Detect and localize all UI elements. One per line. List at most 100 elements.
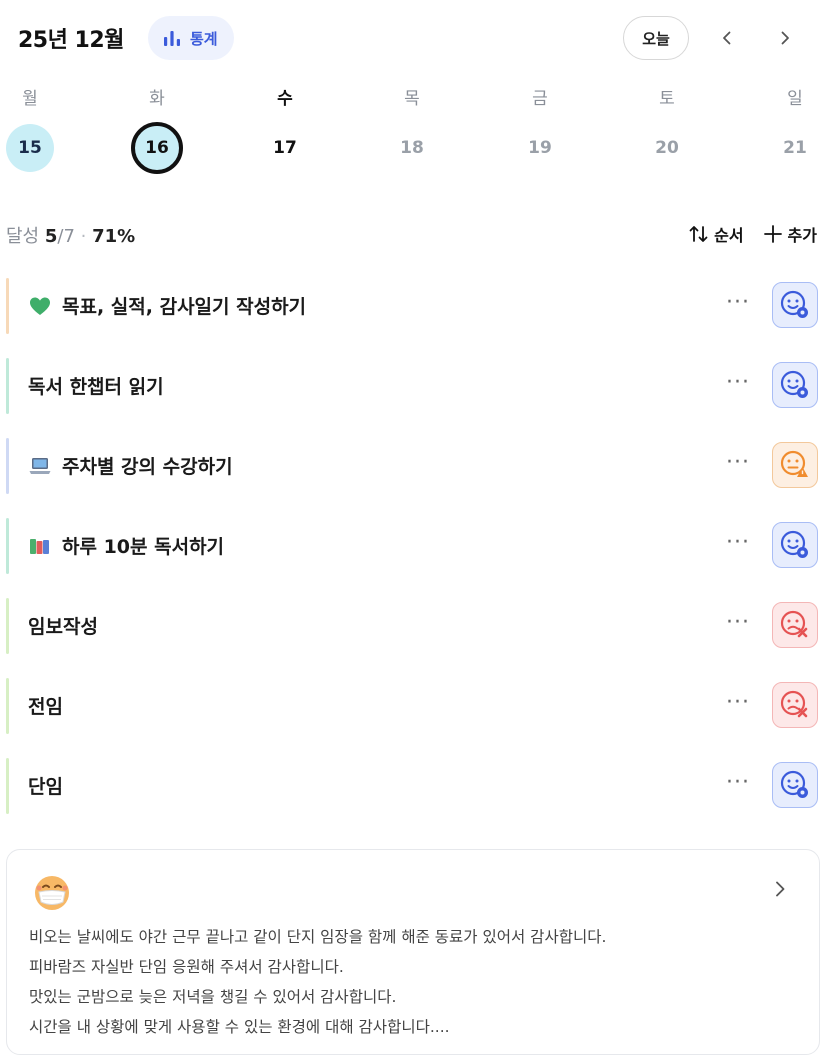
laptop-icon <box>29 457 51 474</box>
note-line: 시간을 내 상황에 맞게 사용할 수 있는 환경에 대해 감사합니다.... <box>29 1018 450 1036</box>
habit-status-button[interactable] <box>772 362 818 408</box>
habit-more-button[interactable]: ··· <box>726 690 750 715</box>
sad-x-face-icon <box>780 610 808 638</box>
smile-check-icon <box>780 290 808 318</box>
habit-title-row: 전임 <box>28 692 63 719</box>
smile-check-icon <box>780 530 808 558</box>
habit-color-bar <box>6 598 9 654</box>
habit-color-bar <box>6 518 9 574</box>
bar-chart-icon <box>164 31 180 46</box>
habit-more-button[interactable]: ··· <box>726 290 750 315</box>
day-thursday[interactable]: 목 18 <box>384 82 440 182</box>
habit-title-row: 독서 한챕터 읽기 <box>28 372 164 399</box>
habit-item[interactable]: 목표, 실적, 감사일기 작성하기 ··· <box>6 276 822 336</box>
day-number: 21 <box>783 138 807 158</box>
day-number: 18 <box>400 138 424 158</box>
sort-arrows-icon <box>689 226 708 242</box>
weekday-label: 금 <box>532 89 548 109</box>
day-number: 17 <box>273 138 297 158</box>
habit-color-bar <box>6 278 9 334</box>
today-button[interactable]: 오늘 <box>623 16 689 60</box>
weekday-label: 목 <box>404 89 420 109</box>
habit-item[interactable]: 주차별 강의 수강하기 ··· <box>6 436 822 496</box>
chevron-right-icon <box>781 31 789 45</box>
achievement-done: 5 <box>44 226 58 247</box>
sad-x-face-icon <box>780 690 808 718</box>
habit-status-button[interactable] <box>772 682 818 728</box>
habit-list: 목표, 실적, 감사일기 작성하기 ··· 독서 한챕터 읽기 ··· 주차별 … <box>6 276 822 836</box>
habit-item[interactable]: 단임 ··· <box>6 756 822 816</box>
neutral-warning-face-icon <box>780 450 808 477</box>
habit-title-row: 단임 <box>28 772 63 799</box>
achievement-separator: · <box>80 226 87 247</box>
calendar-header: 25년 12월 통계 오늘 <box>18 14 813 64</box>
habit-more-button[interactable]: ··· <box>726 610 750 635</box>
day-tuesday[interactable]: 화 16 <box>129 82 185 182</box>
smile-check-icon <box>780 770 808 798</box>
smile-check-icon <box>780 370 808 398</box>
habit-title-row: 임보작성 <box>28 612 98 639</box>
day-monday[interactable]: 월 15 <box>2 82 58 182</box>
list-actions: 순서 추가 <box>688 222 817 246</box>
habit-more-button[interactable]: ··· <box>726 450 750 475</box>
habit-title: 독서 한챕터 읽기 <box>28 376 164 398</box>
next-week-button[interactable] <box>771 24 799 52</box>
add-label: 추가 <box>787 226 817 245</box>
reorder-label: 순서 <box>714 226 744 245</box>
habit-status-button[interactable] <box>772 282 818 328</box>
habit-title: 주차별 강의 수강하기 <box>62 456 233 478</box>
day-saturday[interactable]: 토 20 <box>639 82 695 182</box>
achievement-summary: 달성 5/7 · 71% <box>6 222 135 248</box>
day-number: 15 <box>6 124 54 172</box>
day-friday[interactable]: 금 19 <box>512 82 568 182</box>
gratitude-note-card[interactable]: 비오는 날씨에도 야간 근무 끝나고 같이 단지 임장을 함께 해준 동료가 있… <box>6 849 820 1055</box>
green-heart-icon <box>30 297 50 315</box>
add-habit-button[interactable]: 추가 <box>762 222 817 246</box>
habit-title: 임보작성 <box>28 616 98 638</box>
habit-status-button[interactable] <box>772 602 818 648</box>
habit-title: 하루 10분 독서하기 <box>62 536 225 558</box>
habit-item[interactable]: 전임 ··· <box>6 676 822 736</box>
achievement-percent: 71% <box>92 226 136 247</box>
note-line: 맛있는 군밤으로 늦은 저녁을 챙길 수 있어서 감사합니다. <box>29 988 397 1006</box>
habit-color-bar <box>6 758 9 814</box>
weekday-label: 수 <box>277 89 293 109</box>
day-number-today: 16 <box>131 122 183 174</box>
weekday-label: 일 <box>787 89 803 109</box>
day-wednesday[interactable]: 수 17 <box>257 82 313 182</box>
week-strip: 월 15 화 16 수 17 목 18 금 19 토 20 일 21 <box>0 82 827 182</box>
weekday-label: 토 <box>659 89 675 109</box>
habit-status-button[interactable] <box>772 762 818 808</box>
habit-title: 전임 <box>28 696 63 718</box>
stats-button[interactable]: 통계 <box>148 16 234 60</box>
day-number: 19 <box>528 138 552 158</box>
habit-title: 목표, 실적, 감사일기 작성하기 <box>62 296 307 318</box>
habit-item[interactable]: 하루 10분 독서하기 ··· <box>6 516 822 576</box>
note-text: 비오는 날씨에도 야간 근무 끝나고 같이 단지 임장을 함께 해준 동료가 있… <box>29 922 799 1042</box>
habit-color-bar <box>6 358 9 414</box>
day-sunday[interactable]: 일 21 <box>767 82 823 182</box>
habit-color-bar <box>6 678 9 734</box>
habit-title-row: 하루 10분 독서하기 <box>28 532 224 559</box>
books-icon <box>30 538 49 554</box>
chevron-left-icon <box>723 31 731 45</box>
habit-title-row: 목표, 실적, 감사일기 작성하기 <box>28 292 306 319</box>
habit-more-button[interactable]: ··· <box>726 770 750 795</box>
achievement-label: 달성 <box>6 226 40 247</box>
note-line: 비오는 날씨에도 야간 근무 끝나고 같이 단지 임장을 함께 해준 동료가 있… <box>29 928 607 946</box>
habit-status-button[interactable] <box>772 442 818 488</box>
habit-color-bar <box>6 438 9 494</box>
reorder-button[interactable]: 순서 <box>688 222 744 246</box>
month-title: 25년 12월 <box>18 28 124 53</box>
habit-more-button[interactable]: ··· <box>726 370 750 395</box>
chevron-right-icon[interactable] <box>771 880 789 898</box>
habit-item[interactable]: 독서 한챕터 읽기 ··· <box>6 356 822 416</box>
note-line: 피바람즈 자실반 단임 응원해 주셔서 감사합니다. <box>29 958 344 976</box>
previous-week-button[interactable] <box>713 24 741 52</box>
stats-label: 통계 <box>190 29 218 48</box>
habit-title: 단임 <box>28 776 63 798</box>
habit-more-button[interactable]: ··· <box>726 530 750 555</box>
habit-item[interactable]: 임보작성 ··· <box>6 596 822 656</box>
achievement-total: 7 <box>63 226 75 247</box>
habit-status-button[interactable] <box>772 522 818 568</box>
